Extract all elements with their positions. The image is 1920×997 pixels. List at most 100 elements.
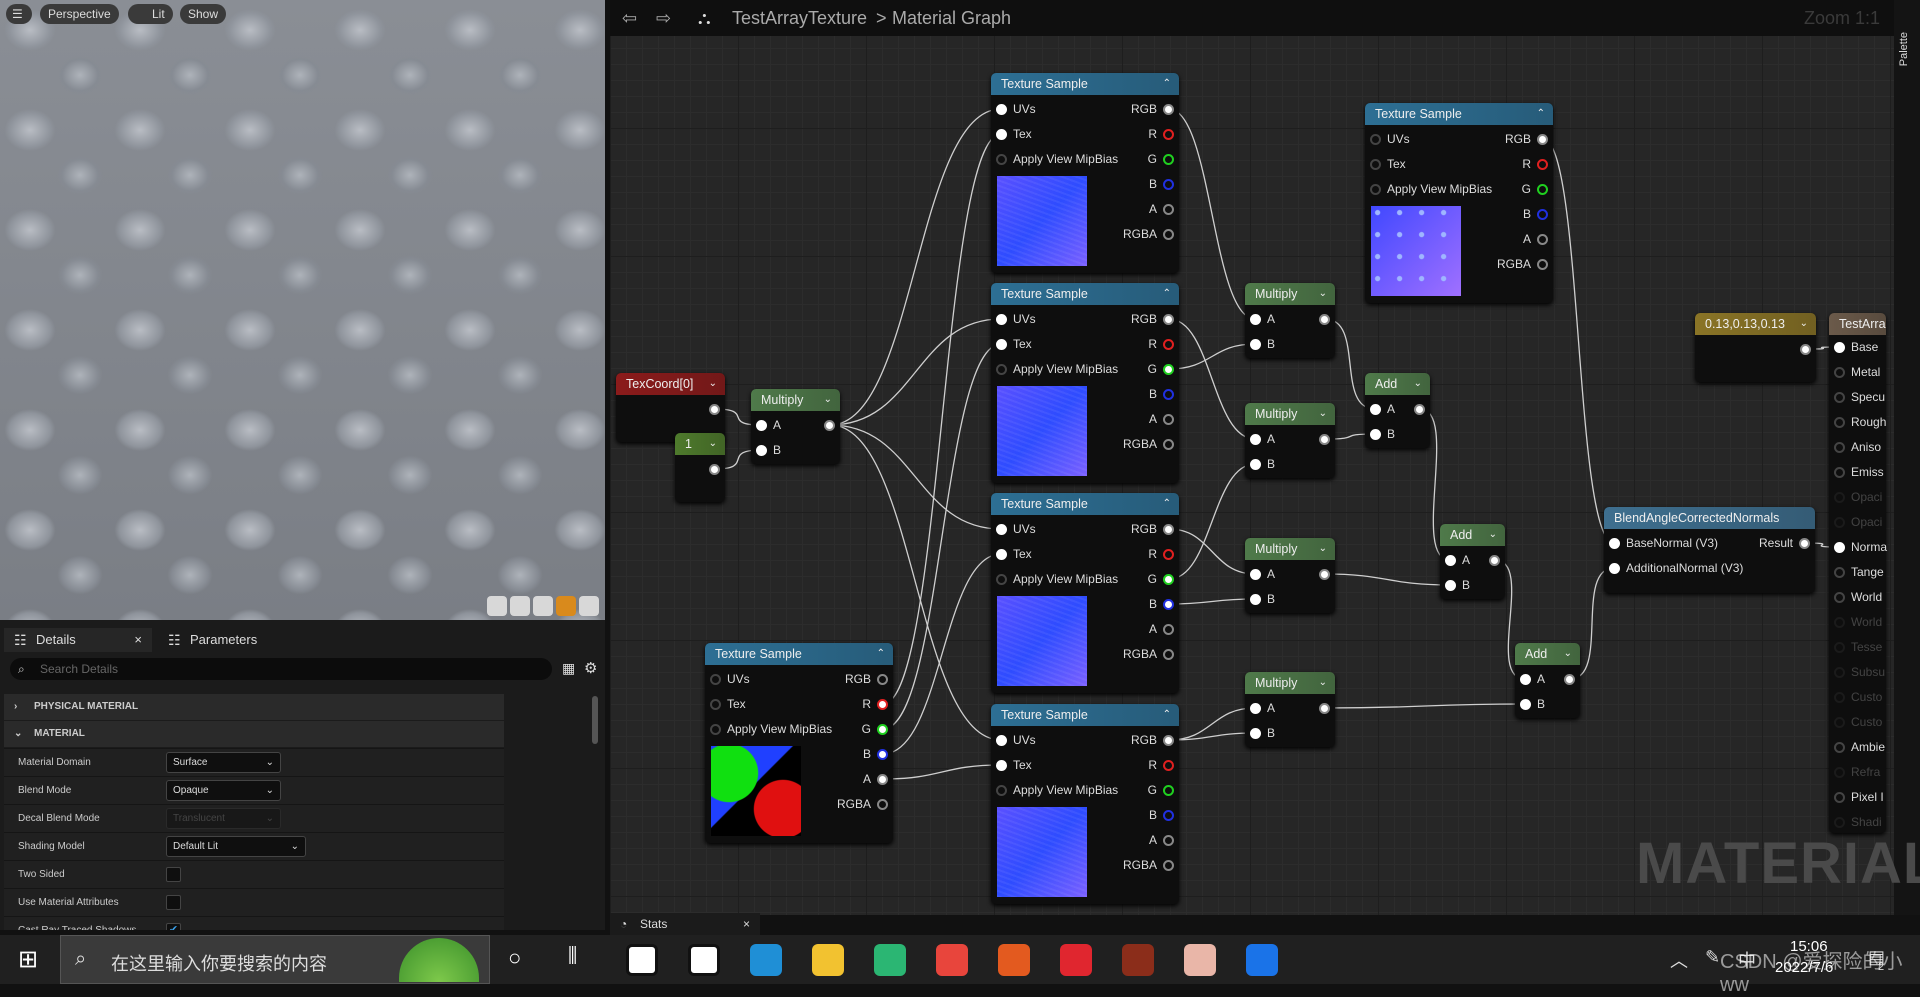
node-header[interactable]: Texture Sample ⌃ <box>991 704 1179 726</box>
input-pin[interactable] <box>996 129 1007 140</box>
close-icon[interactable]: × <box>743 913 750 935</box>
output-pin[interactable] <box>1800 344 1811 355</box>
input-pin[interactable] <box>1609 563 1620 574</box>
math-node[interactable]: Multiply ⌄ A B <box>1245 403 1335 478</box>
game-icon[interactable] <box>1122 944 1154 976</box>
input-pin[interactable] <box>996 524 1007 535</box>
output-pin[interactable] <box>1319 703 1330 714</box>
input-pin[interactable] <box>996 735 1007 746</box>
input-pin[interactable] <box>710 724 721 735</box>
chevron-down-icon[interactable]: ⌄ <box>1414 373 1422 395</box>
output-pin[interactable] <box>1163 314 1174 325</box>
output-pin[interactable] <box>1489 555 1500 566</box>
output-pin[interactable] <box>1163 599 1174 610</box>
output-pin[interactable] <box>1564 674 1575 685</box>
node-header[interactable]: TexCoord[0] ⌄ <box>616 373 725 395</box>
input-pin[interactable] <box>1834 342 1845 353</box>
input-pin[interactable] <box>1370 134 1381 145</box>
output-pin[interactable] <box>1163 179 1174 190</box>
forward-arrow-icon[interactable]: ⇨ <box>656 0 671 36</box>
cylinder-icon[interactable] <box>487 596 507 616</box>
node-header[interactable]: Add ⌄ <box>1515 643 1580 665</box>
math-node[interactable]: Add ⌄ A B <box>1440 524 1505 599</box>
output-pin[interactable] <box>1163 524 1174 535</box>
scrollbar[interactable] <box>592 696 598 744</box>
tab-parameters[interactable]: ☷ Parameters <box>158 628 257 652</box>
terminal-icon[interactable] <box>626 944 658 976</box>
output-pin[interactable] <box>1163 439 1174 450</box>
chevron-down-icon[interactable]: ⌄ <box>1800 313 1808 335</box>
input-pin[interactable] <box>1834 492 1845 503</box>
input-pin[interactable] <box>1834 467 1845 478</box>
section-material[interactable]: ⌄ MATERIAL <box>4 721 504 747</box>
cube-icon[interactable] <box>556 596 576 616</box>
input-pin[interactable] <box>710 699 721 710</box>
plane-icon[interactable] <box>533 596 553 616</box>
output-pin[interactable] <box>1163 414 1174 425</box>
output-pin[interactable] <box>1163 785 1174 796</box>
output-pin[interactable] <box>1537 134 1548 145</box>
node-header[interactable]: Texture Sample ⌃ <box>991 283 1179 305</box>
file-explorer-icon[interactable] <box>812 944 844 976</box>
output-pin[interactable] <box>1163 649 1174 660</box>
chevron-down-icon[interactable]: ⌄ <box>1564 643 1572 665</box>
collapse-icon[interactable]: ⌃ <box>1163 283 1171 305</box>
chevron-down-icon[interactable]: ⌄ <box>1319 672 1327 694</box>
origin-icon[interactable] <box>998 944 1030 976</box>
output-pin[interactable] <box>1163 860 1174 871</box>
input-pin[interactable] <box>1250 728 1261 739</box>
output-pin[interactable] <box>877 774 888 785</box>
output-pin[interactable] <box>1163 204 1174 215</box>
chevron-down-icon[interactable]: ⌄ <box>1319 538 1327 560</box>
close-icon[interactable]: × <box>134 628 142 652</box>
node-header[interactable]: Multiply ⌄ <box>1245 672 1335 694</box>
output-pin[interactable] <box>1163 229 1174 240</box>
output-pin[interactable] <box>1537 209 1548 220</box>
input-pin[interactable] <box>1370 429 1381 440</box>
input-pin[interactable] <box>756 445 767 456</box>
table-view-icon[interactable]: ▦ <box>562 660 575 677</box>
texture-node[interactable]: Texture Sample ⌃ UVs Tex Apply View MipBias R… <box>991 493 1179 693</box>
input-pin[interactable] <box>1834 517 1845 528</box>
input-pin[interactable] <box>1520 699 1531 710</box>
node-header[interactable]: Multiply ⌄ <box>1245 283 1335 305</box>
chevron-down-icon[interactable]: ⌄ <box>709 373 717 395</box>
output-pin[interactable] <box>824 420 835 431</box>
output-pin[interactable] <box>1163 364 1174 375</box>
output-pin[interactable] <box>1799 538 1810 549</box>
output-pin[interactable] <box>1163 339 1174 350</box>
output-pin[interactable] <box>877 724 888 735</box>
vector-node[interactable]: 0.13,0.13,0.13 ⌄ <box>1695 313 1816 382</box>
search-details-input[interactable]: ⌕ Search Details <box>10 658 552 680</box>
input-pin[interactable] <box>996 154 1007 165</box>
mesh-icon[interactable] <box>579 596 599 616</box>
netease-music-icon[interactable] <box>1060 944 1092 976</box>
node-header[interactable]: Add ⌄ <box>1365 373 1430 395</box>
output-pin[interactable] <box>1163 624 1174 635</box>
property-dropdown[interactable]: Surface ⌄ <box>166 752 281 773</box>
input-pin[interactable] <box>1834 442 1845 453</box>
node-header[interactable]: Texture Sample ⌃ <box>991 493 1179 515</box>
output-pin[interactable] <box>877 799 888 810</box>
chrome-icon[interactable] <box>936 944 968 976</box>
input-pin[interactable] <box>1250 434 1261 445</box>
tab-stats[interactable]: ◔ Stats × <box>610 913 760 935</box>
input-pin[interactable] <box>1834 392 1845 403</box>
output-pin[interactable] <box>1537 159 1548 170</box>
cortana-icon[interactable]: ○ <box>508 945 521 971</box>
output-pin[interactable] <box>709 464 720 475</box>
chevron-down-icon[interactable]: ⌄ <box>824 389 832 411</box>
input-pin[interactable] <box>996 364 1007 375</box>
back-arrow-icon[interactable]: ⇦ <box>622 0 637 36</box>
section-physical-material[interactable]: › PHYSICAL MATERIAL <box>4 694 504 720</box>
node-header[interactable]: Texture Sample ⌃ <box>991 73 1179 95</box>
input-pin[interactable] <box>1834 817 1845 828</box>
math-node[interactable]: Multiply ⌄ A B <box>751 389 840 464</box>
input-pin[interactable] <box>1445 580 1456 591</box>
output-pin[interactable] <box>1537 259 1548 270</box>
constant-node[interactable]: 1 ⌄ <box>675 433 725 502</box>
input-pin[interactable] <box>996 760 1007 771</box>
windows-start-icon[interactable]: ⊞ <box>18 945 38 974</box>
chevron-down-icon[interactable]: ⌄ <box>1319 403 1327 425</box>
perspective-button[interactable]: Perspective <box>40 4 119 24</box>
